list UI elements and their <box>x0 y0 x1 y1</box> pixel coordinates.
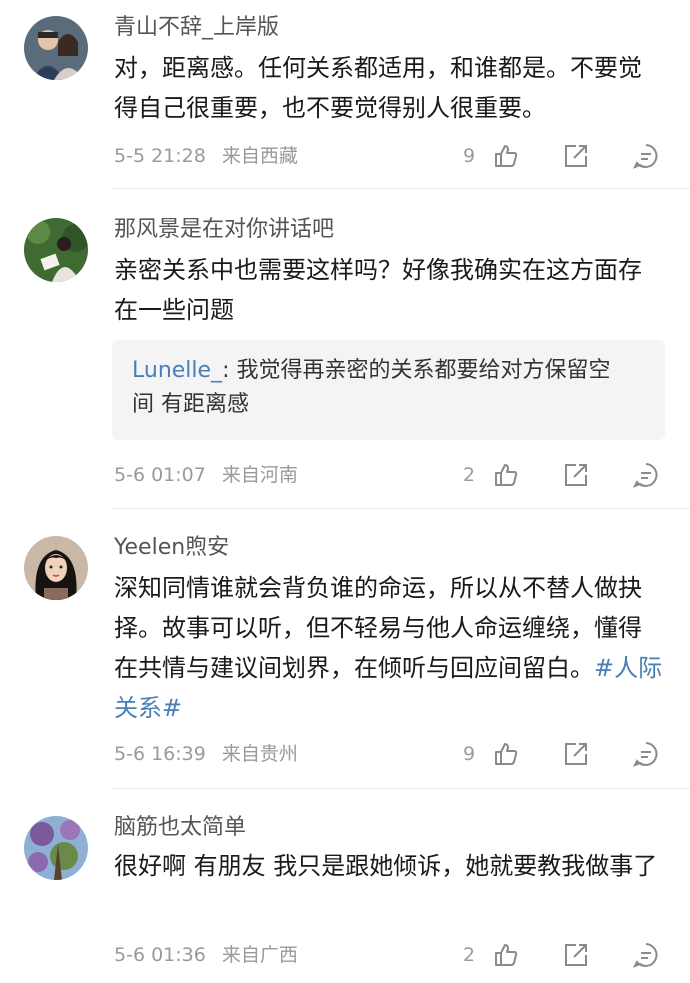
username[interactable]: Yeelen煦安 <box>114 534 229 562</box>
share-icon[interactable] <box>562 740 590 768</box>
reply-username[interactable]: Lunelle_ <box>132 358 222 383</box>
timestamp: 5-6 01:36 <box>114 944 206 966</box>
share-icon[interactable] <box>562 941 590 969</box>
divider <box>112 188 690 189</box>
divider <box>112 788 690 789</box>
comment-meta: 5-6 01:36 来自广西 <box>114 943 298 967</box>
share-icon[interactable] <box>562 142 590 170</box>
share-icon[interactable] <box>562 461 590 489</box>
timestamp: 5-6 16:39 <box>114 743 206 765</box>
location: 来自河南 <box>221 464 298 486</box>
avatar[interactable] <box>24 218 88 282</box>
thumbs-up-icon[interactable] <box>492 941 520 969</box>
like-count: 2 <box>463 464 476 486</box>
username[interactable]: 青山不辞_上岸版 <box>114 14 279 42</box>
quoted-reply[interactable]: Lunelle_: 我觉得再亲密的关系都要给对方保留空间 有距离感 <box>112 340 665 440</box>
avatar[interactable] <box>24 816 88 880</box>
like-count: 9 <box>463 145 476 167</box>
thumbs-up-icon[interactable] <box>492 142 520 170</box>
comment-text: 亲密关系中也需要这样吗？好像我确实在这方面存在一些问题 <box>114 256 642 324</box>
comment-meta: 5-6 16:39 来自贵州 <box>114 742 298 766</box>
username[interactable]: 那风景是在对你讲话吧 <box>114 216 334 244</box>
username[interactable]: 脑筋也太简单 <box>114 814 246 842</box>
thumbs-up-icon[interactable] <box>492 740 520 768</box>
location: 来自西藏 <box>221 145 298 167</box>
avatar[interactable] <box>24 16 88 80</box>
comment-text: 对，距离感。任何关系都适用，和谁都是。不要觉得自己很重要，也不要觉得别人很重要。 <box>114 54 642 122</box>
like-count: 2 <box>463 944 476 966</box>
reply-text: Lunelle_: 我觉得再亲密的关系都要给对方保留空间 有距离感 <box>132 354 632 422</box>
timestamp: 5-5 21:28 <box>114 145 206 167</box>
comment-icon[interactable] <box>632 740 660 768</box>
comment-meta: 5-6 01:07 来自河南 <box>114 463 298 487</box>
thumbs-up-icon[interactable] <box>492 461 520 489</box>
comment-icon[interactable] <box>632 941 660 969</box>
comment-text: 深知同情谁就会背负谁的命运，所以从不替人做抉择。故事可以听，但不轻易与他人命运缠… <box>114 568 664 728</box>
location: 来自广西 <box>221 944 298 966</box>
location: 来自贵州 <box>221 743 298 765</box>
avatar[interactable] <box>24 536 88 600</box>
like-count: 9 <box>463 743 476 765</box>
timestamp: 5-6 01:07 <box>114 464 206 486</box>
comment-icon[interactable] <box>632 142 660 170</box>
comment-text: 很好啊 有朋友 我只是跟她倾诉，她就要教我做事了 <box>114 852 658 880</box>
comment-body: 深知同情谁就会背负谁的命运，所以从不替人做抉择。故事可以听，但不轻易与他人命运缠… <box>114 574 642 682</box>
comment-icon[interactable] <box>632 461 660 489</box>
divider <box>112 508 690 509</box>
comment-meta: 5-5 21:28 来自西藏 <box>114 144 298 168</box>
